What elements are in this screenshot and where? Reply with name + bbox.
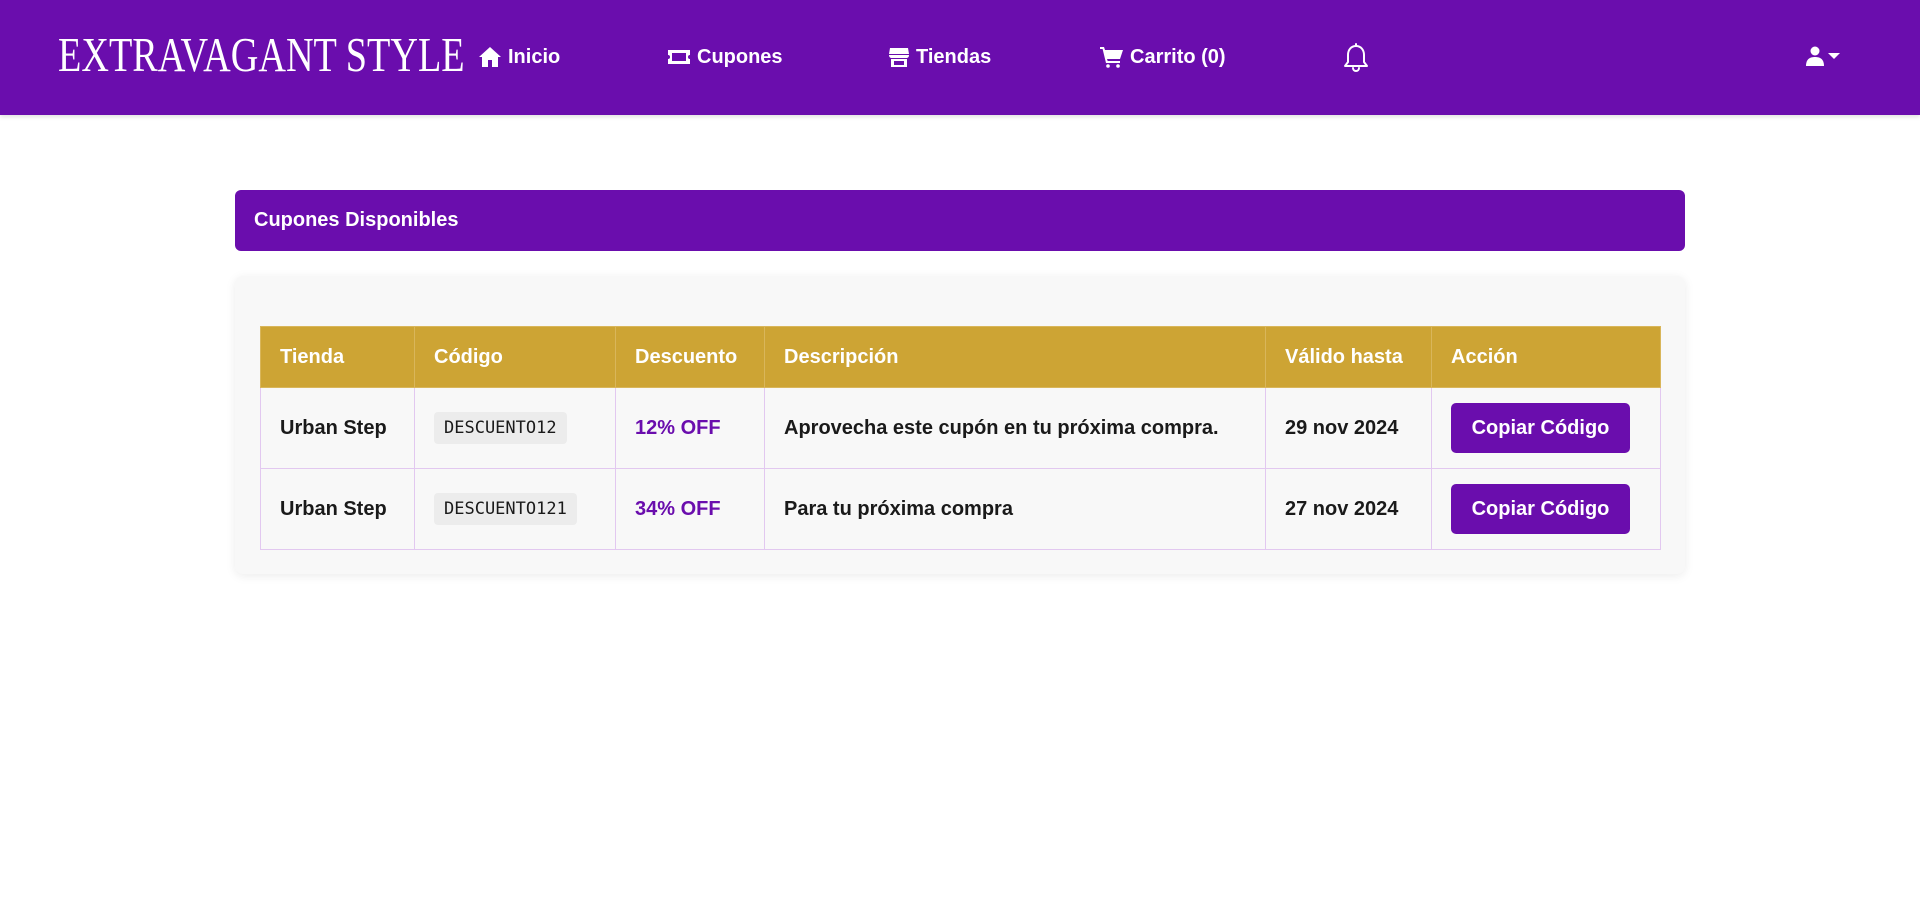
column-header-accion[interactable]: Acción: [1431, 326, 1661, 388]
home-icon: [479, 47, 501, 67]
copy-code-button[interactable]: Copiar Código: [1451, 403, 1630, 453]
nav-inicio-label: Inicio: [508, 45, 561, 68]
cell-tienda: Urban Step: [260, 387, 415, 469]
coupons-table: Tienda Código Descuento Descripción Váli…: [260, 326, 1661, 550]
caret-down-icon: [1828, 53, 1840, 59]
cell-codigo: DESCUENTO12: [414, 387, 616, 469]
nav-carrito-label: Carrito (0): [1130, 45, 1226, 68]
cell-accion: Copiar Código: [1431, 387, 1661, 469]
brand-logo-text: EXTRAVAGANT STYLE: [58, 27, 465, 82]
brand-logo[interactable]: EXTRAVAGANT STYLE: [58, 30, 465, 80]
nav-tiendas-label: Tiendas: [916, 45, 992, 68]
cell-valido-hasta: 29 nov 2024: [1265, 387, 1432, 469]
column-header-descuento[interactable]: Descuento: [615, 326, 765, 388]
table-row: Urban Step DESCUENTO121 34% OFF Para tu …: [260, 468, 1661, 550]
cell-descripcion: Aprovecha este cupón en tu próxima compr…: [764, 387, 1266, 469]
notifications-button[interactable]: [1342, 42, 1370, 77]
cell-descuento: 34% OFF: [615, 468, 765, 550]
navbar: EXTRAVAGANT STYLE Inicio Cupones Tiendas…: [0, 0, 1920, 115]
copy-code-button[interactable]: Copiar Código: [1451, 484, 1630, 534]
nav-cupones-label: Cupones: [697, 45, 783, 68]
coupon-code: DESCUENTO12: [434, 412, 567, 444]
cell-accion: Copiar Código: [1431, 468, 1661, 550]
column-header-valido-hasta[interactable]: Válido hasta: [1265, 326, 1432, 388]
cell-tienda: Urban Step: [260, 468, 415, 550]
section-title: Cupones Disponibles: [235, 190, 1685, 251]
cell-valido-hasta: 27 nov 2024: [1265, 468, 1432, 550]
coupons-card: Tienda Código Descuento Descripción Váli…: [235, 276, 1685, 574]
cell-descuento: 12% OFF: [615, 387, 765, 469]
nav-cupones[interactable]: Cupones: [667, 44, 783, 70]
bell-icon: [1344, 43, 1368, 72]
cell-codigo: DESCUENTO121: [414, 468, 616, 550]
table-row: Urban Step DESCUENTO12 12% OFF Aprovecha…: [260, 387, 1661, 469]
nav-tiendas[interactable]: Tiendas: [888, 44, 991, 70]
ticket-icon: [668, 50, 690, 64]
table-header-row: Tienda Código Descuento Descripción Váli…: [260, 326, 1661, 388]
column-header-tienda[interactable]: Tienda: [260, 326, 415, 388]
nav-inicio[interactable]: Inicio: [478, 44, 560, 70]
cart-icon: [1100, 47, 1123, 68]
user-menu-toggle[interactable]: [1806, 46, 1840, 66]
column-header-codigo[interactable]: Código: [414, 326, 616, 388]
column-header-descripcion[interactable]: Descripción: [764, 326, 1266, 388]
nav-carrito[interactable]: Carrito (0): [1100, 44, 1226, 70]
store-icon: [888, 48, 910, 67]
cell-descripcion: Para tu próxima compra: [764, 468, 1266, 550]
user-icon: [1806, 46, 1824, 66]
coupon-code: DESCUENTO121: [434, 493, 577, 525]
